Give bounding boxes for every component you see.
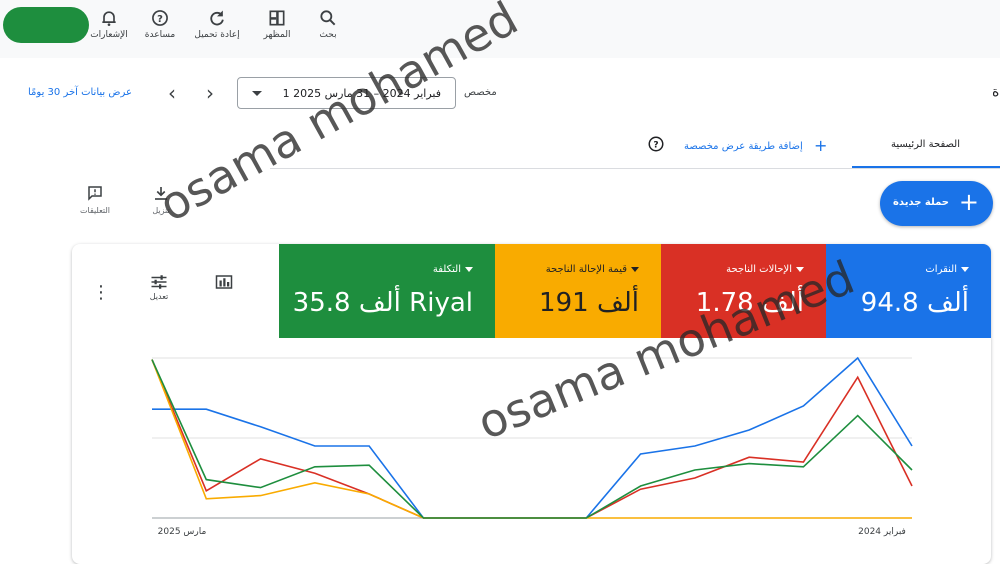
date-range-value: 1 فبراير 2024 – 31 مارس 2025 [282,87,441,100]
metric-conversions-name: الإحالات الناجحة [726,264,804,275]
search-tool[interactable]: بحث [298,8,358,41]
search-icon [320,10,336,26]
dropdown-arrow-icon [961,266,969,272]
tune-icon [151,275,167,289]
chevron-left-icon: ‹ [168,81,176,105]
metric-conversion-value-name: قيمة الإحالة الناجحة [546,264,639,275]
metric-clicks[interactable]: النقرات 94.8 ألف [826,244,991,338]
chart-x-tick-label-0: فبراير 2024 [858,527,906,537]
more-vert-icon: ⋮ [92,282,110,303]
metric-cost-name: التكلفة [433,264,473,275]
refresh-tool[interactable]: إعادة تحميل [187,8,247,41]
feedback-label: التعليقات [79,206,110,215]
page-title-fragment: ة [992,84,1000,100]
metric-conversion-value[interactable]: قيمة الإحالة الناجحة 191 ألف [495,244,661,338]
refresh-icon [210,10,224,26]
previous-period-button[interactable]: ‹ [168,83,176,103]
dropdown-arrow-icon [631,266,639,272]
chart-type-icon[interactable] [215,274,233,290]
chevron-right-icon: › [206,81,214,105]
tabs-divider [270,168,1000,169]
help-circle-icon[interactable]: ? [647,135,665,153]
last-30-days-link[interactable]: عرض بيانات آخر 30 يومًا [28,87,132,98]
chevron-down-icon [252,91,262,96]
svg-text:?: ? [653,140,658,150]
new-campaign-label: حملة جديدة [893,197,949,208]
add-custom-view-label: إضافة طريقة عرض مخصصة [684,141,803,152]
download-icon [155,187,167,200]
plus-icon: + [958,188,979,216]
custom-range-label: مخصص [464,87,497,98]
help-icon: ? [152,10,168,26]
metric-conversion-value-value: 191 ألف [539,288,639,318]
download-label: تنزيل [152,206,170,215]
plus-icon: + [813,136,828,155]
tab-home[interactable]: الصفحة الرئيسية [852,127,1000,169]
appearance-label: المظهر [263,30,291,40]
metric-clicks-name: النقرات [925,264,969,275]
chart-x-tick-label-1: مارس 2025 [158,527,207,537]
account-badge[interactable] [3,7,89,43]
dropdown-arrow-icon [796,266,804,272]
metric-conversions-value: 1.78 ألف [695,288,804,318]
metric-cost[interactable]: التكلفة 35.8 ألف Riyal [279,244,495,338]
appearance-tool[interactable]: المظهر [247,8,307,41]
performance-chart: فبراير 2024 مارس 2025 [151,356,913,537]
adjust-button[interactable]: تعديل [134,274,184,301]
bell-icon [102,11,116,26]
more-options-button[interactable]: ⋮ [92,282,110,303]
metric-clicks-value: 94.8 ألف [860,288,969,318]
next-period-button[interactable]: › [206,83,214,103]
chart-series-line-2 [151,359,912,519]
date-range-picker[interactable]: 1 فبراير 2024 – 31 مارس 2025 [237,77,456,109]
refresh-label: إعادة تحميل [194,30,240,40]
add-custom-view-button[interactable]: إضافة طريقة عرض مخصصة + [684,136,827,155]
download-button[interactable]: تنزيل [131,184,191,215]
feedback-button[interactable]: التعليقات [65,184,125,215]
appearance-icon [269,10,285,26]
help-label: مساعدة [144,30,176,40]
new-campaign-button[interactable]: + حملة جديدة [880,181,993,226]
dropdown-arrow-icon [465,266,473,272]
tab-home-label: الصفحة الرئيسية [891,139,960,150]
performance-card: النقرات 94.8 ألف الإحالات الناجحة 1.78 أ… [72,244,991,564]
help-tool[interactable]: ? مساعدة [130,8,190,41]
search-label: بحث [319,30,337,40]
svg-text:?: ? [157,14,163,25]
notifications-label: الإشعارات [90,30,128,40]
metric-conversions[interactable]: الإحالات الناجحة 1.78 ألف [661,244,826,338]
notifications-tool[interactable]: الإشعارات [79,8,139,41]
feedback-icon [88,186,102,201]
metric-cost-value: 35.8 ألف Riyal [292,288,473,318]
adjust-label: تعديل [149,292,169,301]
